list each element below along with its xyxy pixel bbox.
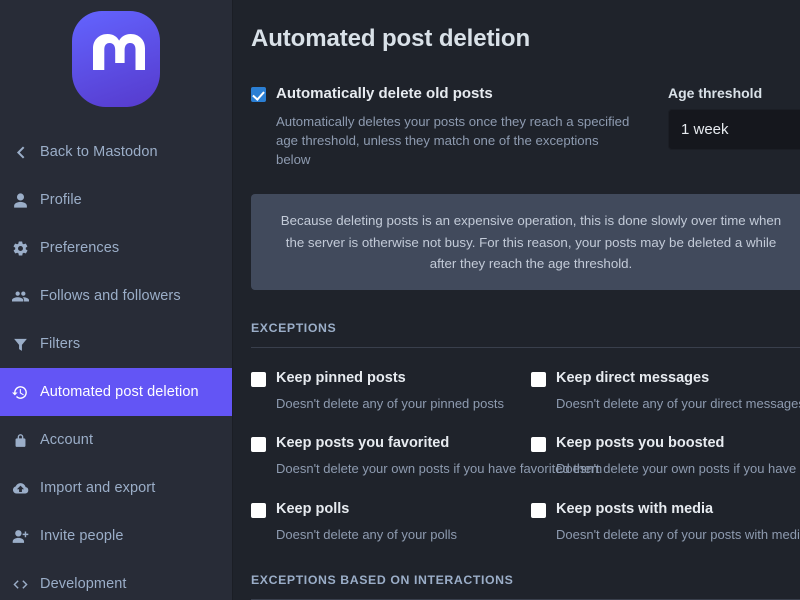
age-threshold-label: Age threshold (668, 85, 800, 101)
sidebar-nav: Back to Mastodon Profile Preferences (0, 118, 232, 600)
sidebar-item-filters[interactable]: Filters (0, 320, 232, 368)
sidebar-item-development[interactable]: Development (0, 560, 232, 600)
user-icon (12, 192, 29, 209)
exception-hint: Doesn't delete your own posts if you hav… (276, 460, 531, 478)
sidebar-item-label: Invite people (40, 528, 124, 544)
sidebar-item-invite-people[interactable]: Invite people (0, 512, 232, 560)
keep-posts-with-media-checkbox[interactable] (531, 503, 546, 518)
sidebar-item-label: Profile (40, 192, 82, 208)
interactions-heading: EXCEPTIONS BASED ON INTERACTIONS (251, 573, 800, 587)
sidebar-item-import-and-export[interactable]: Import and export (0, 464, 232, 512)
keep-posts-you-boosted-checkbox[interactable] (531, 437, 546, 452)
exception-header: Keep posts with media (531, 501, 800, 518)
exception-header: Keep direct messages (531, 370, 800, 387)
exception-item: Keep polls Doesn't delete any of your po… (251, 479, 531, 544)
exception-item: Keep posts with media Doesn't delete any… (531, 479, 800, 544)
keep-pinned-posts-checkbox[interactable] (251, 372, 266, 387)
exception-title: Keep pinned posts (276, 370, 406, 386)
keep-polls-checkbox[interactable] (251, 503, 266, 518)
sidebar-item-profile[interactable]: Profile (0, 176, 232, 224)
exception-hint: Doesn't delete any of your direct messag… (556, 395, 800, 413)
exception-hint: Doesn't delete your own posts if you hav… (556, 460, 800, 478)
sidebar: Back to Mastodon Profile Preferences (0, 0, 233, 600)
automatically-delete-old-posts-checkbox[interactable] (251, 87, 266, 102)
age-threshold-select[interactable]: 1 week (668, 109, 800, 150)
exception-header: Keep posts you boosted (531, 435, 800, 452)
sidebar-item-label: Back to Mastodon (40, 144, 158, 160)
deletion-notice-banner: Because deleting posts is an expensive o… (251, 194, 800, 290)
funnel-icon (12, 336, 29, 353)
exception-item: Keep posts you favorited Doesn't delete … (251, 413, 531, 478)
automatically-delete-old-posts-label: Automatically delete old posts (276, 85, 493, 103)
sidebar-item-automated-post-deletion[interactable]: Automated post deletion (0, 368, 232, 416)
mastodon-logo (0, 0, 232, 118)
sidebar-item-label: Preferences (40, 240, 119, 256)
keep-direct-messages-checkbox[interactable] (531, 372, 546, 387)
automatic-deletion-header: Automatically delete old posts (251, 85, 646, 103)
sidebar-item-back-to-mastodon[interactable]: Back to Mastodon (0, 128, 232, 176)
exception-hint: Doesn't delete any of your polls (276, 526, 531, 544)
cloud-upload-icon (12, 480, 29, 497)
exception-title: Keep direct messages (556, 370, 709, 386)
exception-title: Keep posts with media (556, 501, 713, 517)
sidebar-item-label: Follows and followers (40, 288, 181, 304)
history-clock-icon (12, 384, 29, 401)
keep-posts-you-favorited-checkbox[interactable] (251, 437, 266, 452)
exceptions-heading: EXCEPTIONS (251, 321, 800, 335)
exception-hint: Doesn't delete any of your posts with me… (556, 526, 800, 544)
main-content: Automated post deletion Automatically de… (233, 0, 800, 600)
age-threshold-block: Age threshold 1 week (646, 85, 800, 169)
mastodon-logo-icon (72, 11, 160, 107)
exception-item: Keep direct messages Doesn't delete any … (531, 348, 800, 413)
sidebar-item-preferences[interactable]: Preferences (0, 224, 232, 272)
exception-item: Keep pinned posts Doesn't delete any of … (251, 348, 531, 413)
exception-header: Keep posts you favorited (251, 435, 531, 452)
age-threshold-value: 1 week (681, 121, 729, 138)
sidebar-item-account[interactable]: Account (0, 416, 232, 464)
automatic-deletion-block: Automatically delete old posts Automatic… (251, 85, 646, 169)
chevron-left-icon (12, 144, 29, 161)
lock-icon (12, 432, 29, 449)
sidebar-item-label: Account (40, 432, 93, 448)
sidebar-item-follows-and-followers[interactable]: Follows and followers (0, 272, 232, 320)
sidebar-item-label: Automated post deletion (40, 384, 199, 400)
sidebar-item-label: Filters (40, 336, 80, 352)
exception-title: Keep posts you boosted (556, 435, 724, 451)
sidebar-item-label: Import and export (40, 480, 155, 496)
exception-title: Keep polls (276, 501, 349, 517)
automatic-deletion-row: Automatically delete old posts Automatic… (233, 85, 800, 169)
code-icon (12, 576, 29, 593)
page-title: Automated post deletion (233, 0, 800, 53)
user-plus-icon (12, 528, 29, 545)
exception-title: Keep posts you favorited (276, 435, 449, 451)
settings-page: Back to Mastodon Profile Preferences (0, 0, 800, 600)
exception-header: Keep polls (251, 501, 531, 518)
gear-icon (12, 240, 29, 257)
sidebar-item-label: Development (40, 576, 127, 592)
users-group-icon (12, 288, 29, 305)
exception-hint: Doesn't delete any of your pinned posts (276, 395, 531, 413)
automatically-delete-old-posts-hint: Automatically deletes your posts once th… (276, 112, 636, 169)
exceptions-grid: Keep pinned posts Doesn't delete any of … (251, 348, 800, 544)
exception-item: Keep posts you boosted Doesn't delete yo… (531, 413, 800, 478)
exception-header: Keep pinned posts (251, 370, 531, 387)
